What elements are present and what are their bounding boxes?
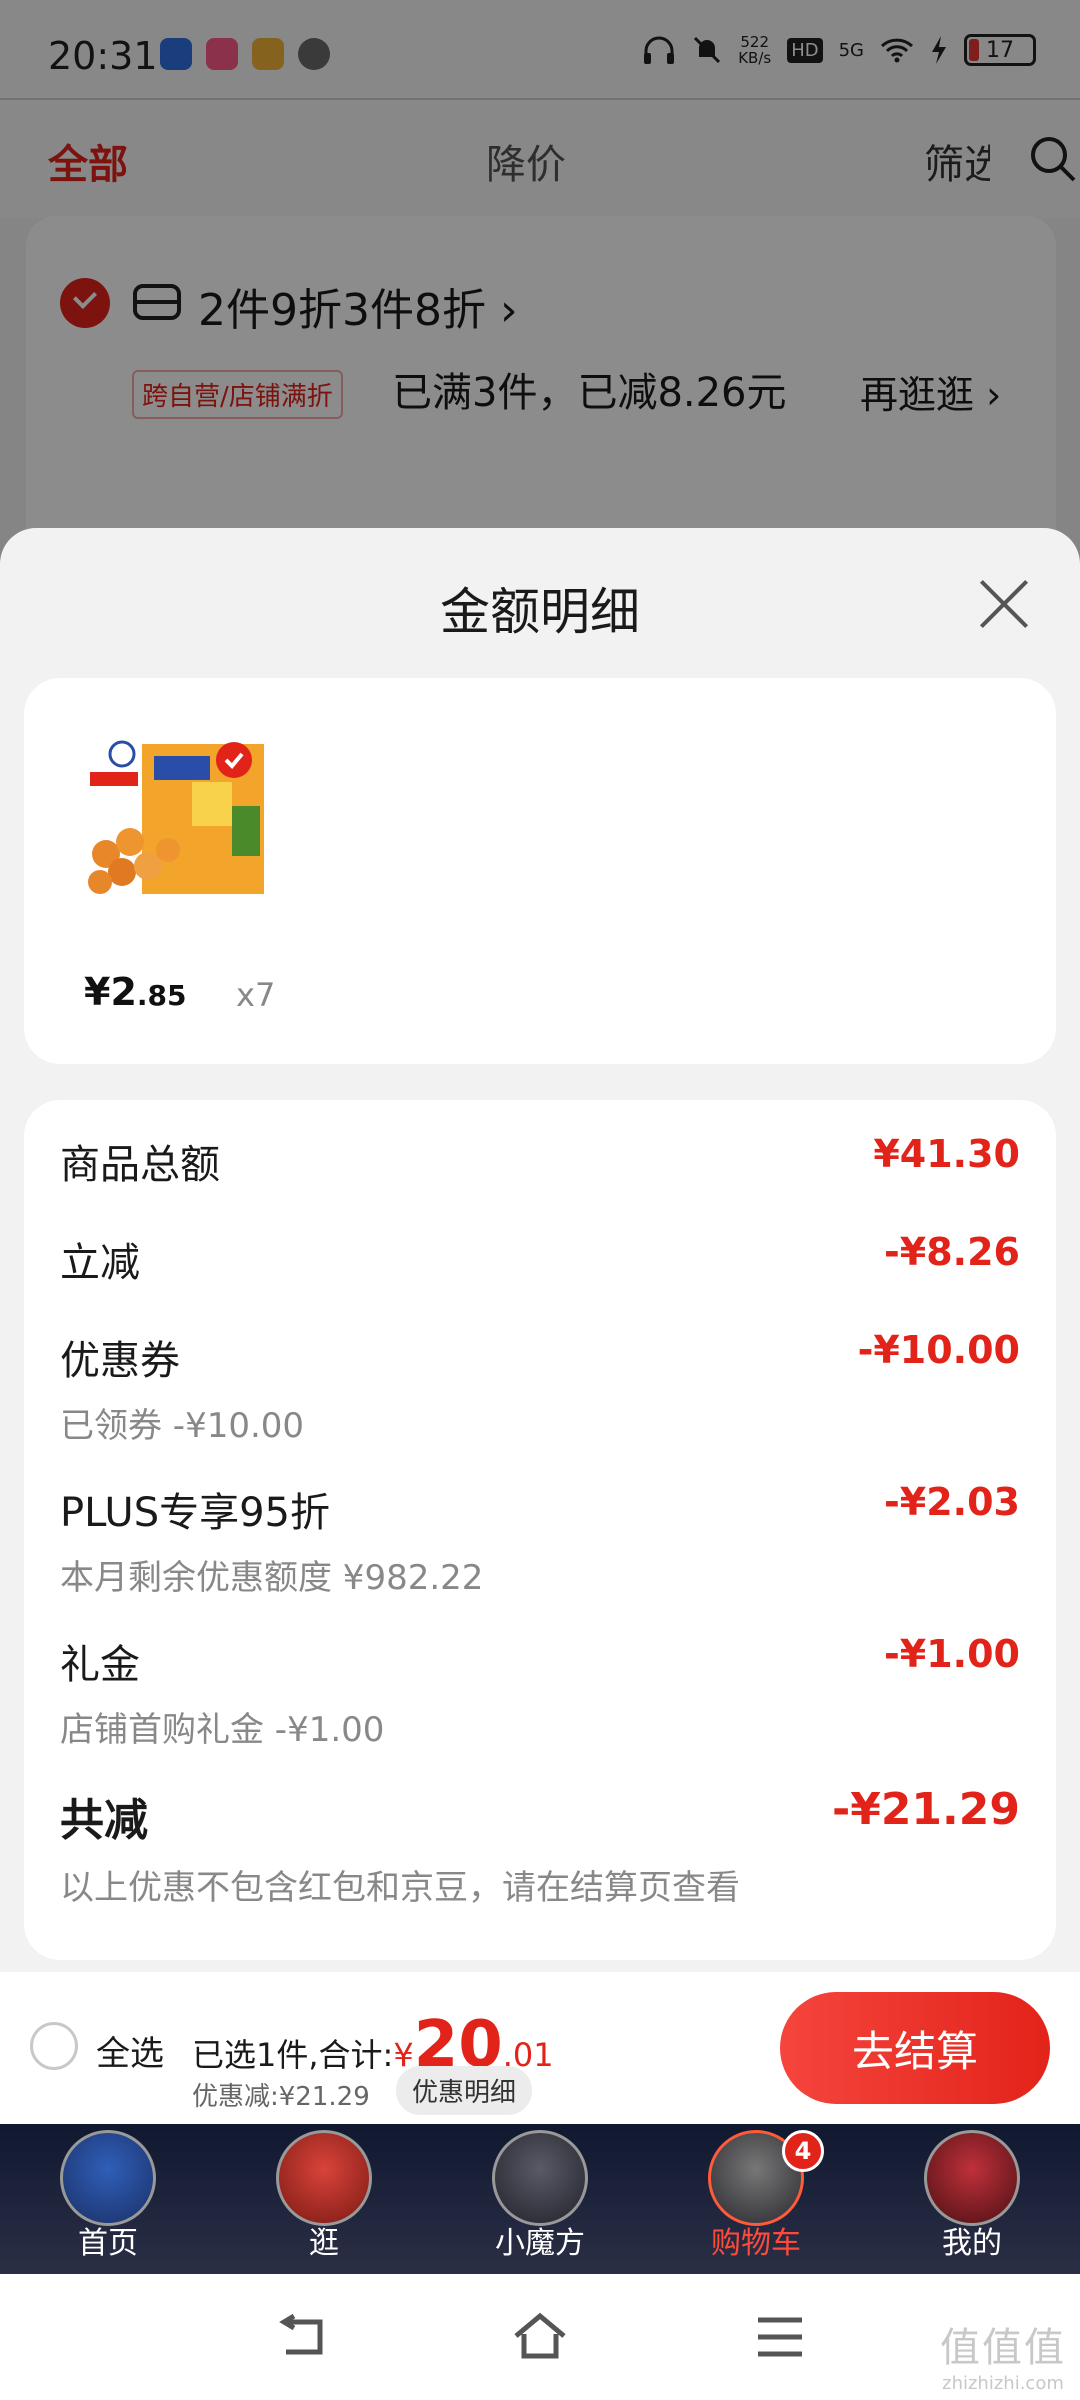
sheet-title: 金额明细 (440, 583, 640, 641)
row-label: 立减 (60, 1240, 140, 1286)
select-all-checkbox[interactable] (30, 2022, 78, 2070)
tab-home[interactable]: 首页 (0, 2124, 216, 2274)
checkout-button[interactable]: 去结算 (780, 1992, 1050, 2104)
select-all-label[interactable]: 全选 (96, 2026, 164, 2075)
tab-label: 我的 (942, 2226, 1002, 2261)
row-label: 礼金 (60, 1642, 140, 1688)
row-label: PLUS专享95折 (60, 1490, 330, 1536)
row-value: ¥41.30 (873, 1132, 1020, 1176)
discount-detail-button[interactable]: 优惠明细 (396, 2066, 533, 2115)
tab-label: 逛 (309, 2226, 339, 2261)
row-value: -¥8.26 (884, 1230, 1020, 1274)
tab-label: 首页 (78, 2226, 138, 2261)
thor-avatar-icon (492, 2130, 588, 2226)
bottom-tab-bar: 首页 逛 小魔方 4 购物车 我的 (0, 2124, 1080, 2274)
tab-mine[interactable]: 我的 (864, 2124, 1080, 2274)
ant-man-avatar-icon (924, 2130, 1020, 2226)
iron-man-avatar-icon (276, 2130, 372, 2226)
row-plus-discount: PLUS专享95折 本月剩余优惠额度 ¥982.22 -¥2.03 (60, 1480, 1020, 1599)
item-card: ¥2.85 x7 (24, 678, 1056, 1064)
row-sub: 已领券 -¥10.00 (60, 1406, 305, 1446)
row-coupon: 优惠券 已领券 -¥10.00 -¥10.00 (60, 1328, 1020, 1447)
watermark: 值值值 zhizhizhi.com (940, 2325, 1066, 2394)
amount-detail-sheet: 金额明细 ¥2.85 x7 商品总额 ¥41.30 立减 -¥8.26 优惠券 … (0, 528, 1080, 1998)
checkout-bar: 全选 已选1件,合计:¥20.01 优惠减:¥21.29 优惠明细 去结算 (0, 1972, 1080, 2124)
row-value: -¥2.03 (884, 1480, 1020, 1524)
row-value: -¥1.00 (884, 1632, 1020, 1676)
menu-icon[interactable] (752, 2312, 808, 2362)
row-value: -¥10.00 (857, 1328, 1020, 1372)
tab-label: 购物车 (711, 2226, 801, 2261)
row-goods-total: 商品总额 ¥41.30 (60, 1132, 1020, 1190)
home-icon[interactable] (512, 2312, 568, 2362)
total-value: -¥21.29 (831, 1784, 1020, 1835)
captain-america-avatar-icon (60, 2130, 156, 2226)
total-note: 以上优惠不包含红包和京豆，请在结算页查看 (60, 1868, 740, 1908)
product-image[interactable] (82, 736, 278, 908)
back-icon[interactable] (272, 2312, 328, 2362)
tab-label: 小魔方 (495, 2226, 585, 2261)
unit-price: ¥2.85 (84, 970, 187, 1014)
amount-breakdown: 商品总额 ¥41.30 立减 -¥8.26 优惠券 已领券 -¥10.00 -¥… (24, 1100, 1056, 1960)
row-sub: 本月剩余优惠额度 ¥982.22 (60, 1558, 484, 1598)
row-instant-discount: 立减 -¥8.26 (60, 1230, 1020, 1288)
tab-magic-cube[interactable]: 小魔方 (432, 2124, 648, 2274)
row-sub: 店铺首购礼金 -¥1.00 (60, 1710, 385, 1750)
cart-count-badge: 4 (782, 2130, 824, 2172)
row-total-discount: 共减 以上优惠不包含红包和京豆，请在结算页查看 -¥21.29 (60, 1784, 1020, 1909)
tab-explore[interactable]: 逛 (216, 2124, 432, 2274)
saved-amount: 优惠减:¥21.29 (192, 2082, 370, 2112)
tab-cart[interactable]: 4 购物车 (648, 2124, 864, 2274)
close-icon[interactable] (976, 576, 1032, 632)
quantity: x7 (236, 976, 276, 1014)
row-gift-money: 礼金 店铺首购礼金 -¥1.00 -¥1.00 (60, 1632, 1020, 1751)
system-navigation-bar: 值值值 zhizhizhi.com (0, 2274, 1080, 2400)
